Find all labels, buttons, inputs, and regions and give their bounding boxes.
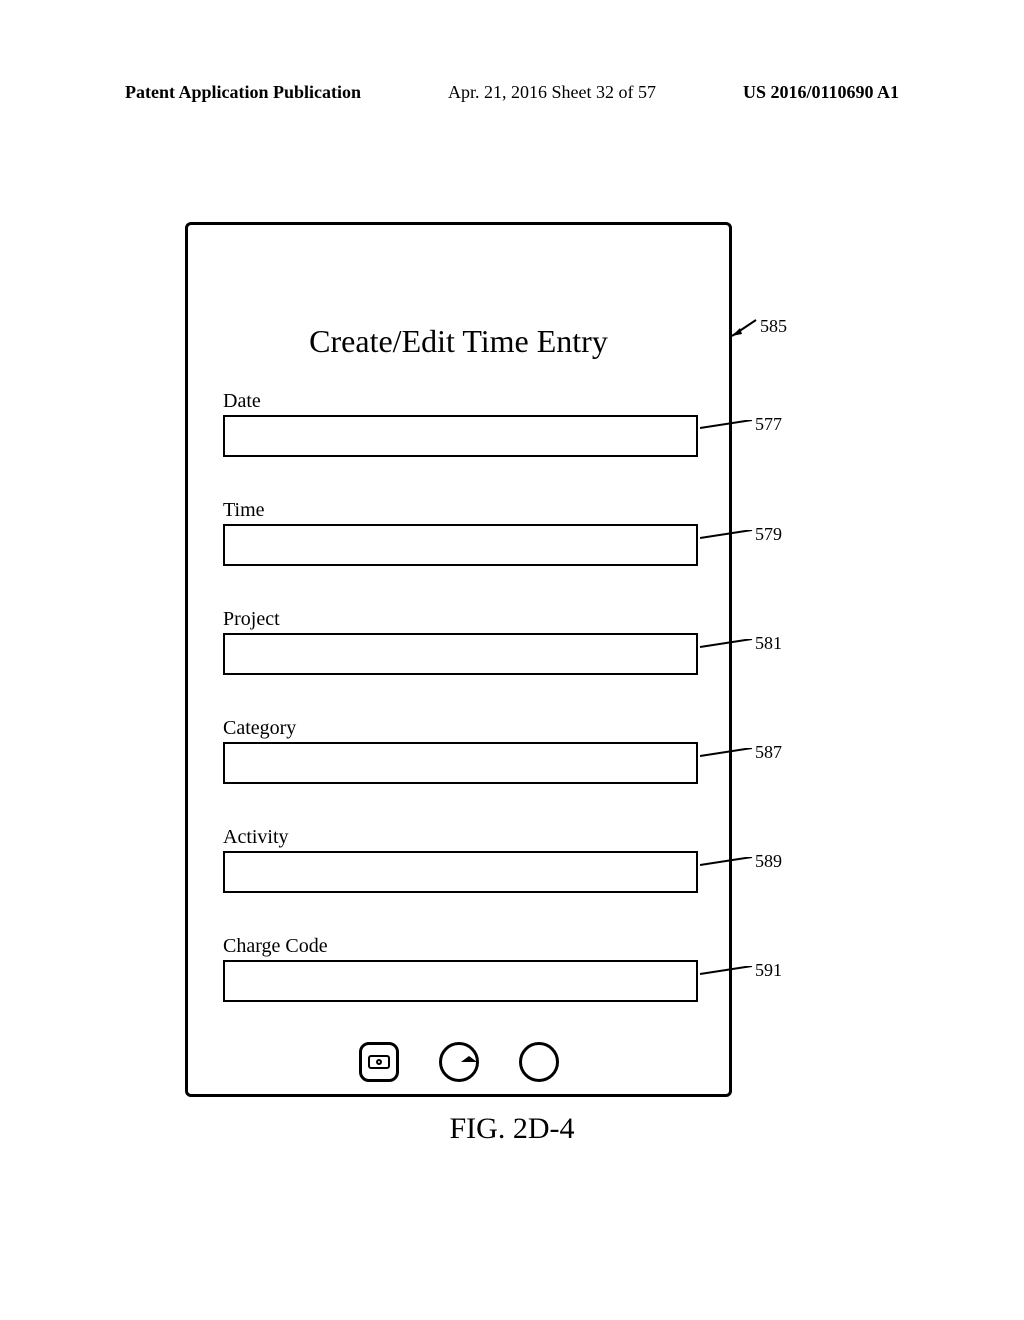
callout-arrow-579 [700, 530, 755, 558]
callout-arrow-587 [700, 748, 755, 776]
header-publication: Patent Application Publication [125, 82, 361, 103]
callout-arrow-585 [732, 318, 762, 338]
nav-search-button[interactable] [519, 1042, 559, 1082]
page-header: Patent Application Publication Apr. 21, … [0, 82, 1024, 103]
charge-code-field[interactable] [223, 960, 698, 1002]
callout-arrow-589 [700, 857, 755, 885]
callout-577: 577 [755, 414, 782, 435]
callout-arrow-581 [700, 639, 755, 667]
activity-label: Activity [223, 826, 698, 849]
device-nav-bar [188, 1042, 729, 1082]
time-field[interactable] [223, 524, 698, 566]
callout-581: 581 [755, 633, 782, 654]
form-group-time: Time [223, 499, 698, 566]
form-group-project: Project [223, 608, 698, 675]
date-label: Date [223, 390, 698, 413]
header-sheet-info: Apr. 21, 2016 Sheet 32 of 57 [448, 82, 656, 103]
time-label: Time [223, 499, 698, 522]
project-field[interactable] [223, 633, 698, 675]
form-group-activity: Activity [223, 826, 698, 893]
callout-587: 587 [755, 742, 782, 763]
category-field[interactable] [223, 742, 698, 784]
form-group-date: Date [223, 390, 698, 457]
back-icon [368, 1055, 390, 1069]
callout-arrow-577 [700, 420, 755, 448]
callout-arrow-591 [700, 966, 755, 994]
charge-code-label: Charge Code [223, 935, 698, 958]
callout-585: 585 [760, 316, 787, 337]
header-patent-number: US 2016/0110690 A1 [743, 82, 899, 103]
figure-caption: FIG. 2D-4 [0, 1112, 1024, 1146]
category-label: Category [223, 717, 698, 740]
callout-579: 579 [755, 524, 782, 545]
callout-589: 589 [755, 851, 782, 872]
form-title: Create/Edit Time Entry [188, 323, 729, 360]
project-label: Project [223, 608, 698, 631]
nav-back-button[interactable] [359, 1042, 399, 1082]
date-field[interactable] [223, 415, 698, 457]
callout-591: 591 [755, 960, 782, 981]
form-group-category: Category [223, 717, 698, 784]
activity-field[interactable] [223, 851, 698, 893]
device-frame: Create/Edit Time Entry Date Time Project… [185, 222, 732, 1097]
form-group-charge-code: Charge Code [223, 935, 698, 1002]
nav-home-button[interactable] [439, 1042, 479, 1082]
